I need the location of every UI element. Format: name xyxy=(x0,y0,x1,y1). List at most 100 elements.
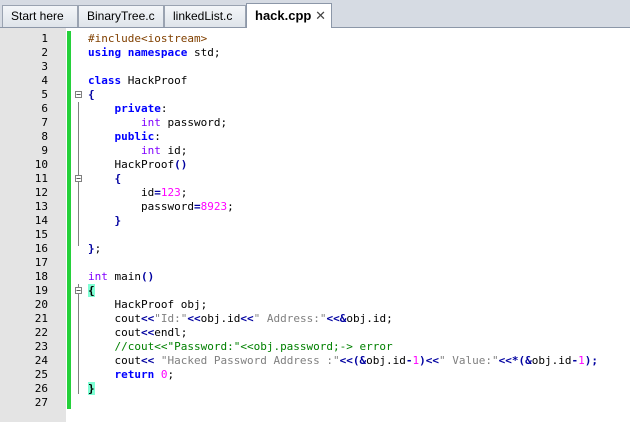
code-token: main xyxy=(107,270,141,283)
code-line[interactable]: 9 int id; xyxy=(0,144,630,158)
code-token: //cout<<"Password:"<<obj.password;-> err… xyxy=(114,340,393,353)
code-line[interactable]: 6 private: xyxy=(0,102,630,116)
fold-toggle-icon[interactable]: − xyxy=(75,91,82,99)
code-token: public xyxy=(114,130,155,143)
line-number: 19 xyxy=(34,284,48,297)
code-token: <<(& xyxy=(339,354,367,367)
code-token: <<& xyxy=(326,312,347,325)
code-line[interactable]: 7 int password; xyxy=(0,116,630,130)
code-line[interactable]: 4 class HackProof xyxy=(0,74,630,88)
code-line[interactable]: 11 − { xyxy=(0,172,630,186)
code-text: using namespace std; xyxy=(88,46,220,60)
code-line[interactable]: 15 xyxy=(0,228,630,242)
code-text: int id; xyxy=(88,144,187,158)
code-text: //cout<<"Password:"<<obj.password;-> err… xyxy=(88,340,393,354)
line-number: 17 xyxy=(34,256,48,269)
code-token: 8923 xyxy=(200,200,228,213)
line-number: 4 xyxy=(41,74,48,87)
code-line[interactable]: 20 HackProof obj; xyxy=(0,298,630,312)
line-number: 24 xyxy=(34,354,48,367)
code-token: : xyxy=(154,130,161,143)
code-text: password=8923; xyxy=(88,200,234,214)
line-number: 2 xyxy=(41,46,48,59)
line-number: 25 xyxy=(34,368,48,381)
code-line[interactable]: 26} xyxy=(0,382,630,396)
code-token: << xyxy=(140,354,155,367)
code-token: int xyxy=(140,144,161,157)
code-token: #include<iostream> xyxy=(88,32,208,45)
code-token: id xyxy=(88,186,155,199)
code-text: return 0; xyxy=(88,368,175,382)
code-token: 1 xyxy=(578,354,585,367)
code-line[interactable]: 14 } xyxy=(0,214,630,228)
code-token: int xyxy=(88,270,108,283)
close-icon[interactable]: ✕ xyxy=(315,4,326,28)
line-number: 5 xyxy=(41,88,48,101)
code-editor[interactable]: 1 #include<iostream> 2 using namespace std;… xyxy=(0,28,630,422)
code-line[interactable]: 10 HackProof() xyxy=(0,158,630,172)
code-line[interactable]: 27 xyxy=(0,396,630,410)
code-token: obj.id; xyxy=(346,312,393,325)
code-token: class xyxy=(88,74,122,87)
code-line[interactable]: 18 int main() xyxy=(0,270,630,284)
code-text: id=123; xyxy=(88,186,187,200)
code-line[interactable]: 13 password=8923; xyxy=(0,200,630,214)
code-line[interactable]: 1 #include<iostream> xyxy=(0,32,630,46)
code-text: cout<<endl; xyxy=(88,326,187,340)
line-number: 15 xyxy=(34,228,48,241)
tab-start-here[interactable]: Start here xyxy=(2,5,78,27)
code-token: 123 xyxy=(160,186,181,199)
code-token: HackProof xyxy=(88,158,175,171)
code-token: << xyxy=(240,312,254,325)
line-number: 27 xyxy=(34,396,48,409)
line-number: 7 xyxy=(41,116,48,129)
code-token: ); xyxy=(584,354,599,367)
code-token: = xyxy=(193,200,201,213)
code-token: private xyxy=(114,102,161,115)
code-token: << xyxy=(140,312,155,325)
tab-binarytree-c[interactable]: BinaryTree.c xyxy=(78,5,164,27)
code-line[interactable]: 12 id=123; xyxy=(0,186,630,200)
code-line[interactable]: 3 xyxy=(0,60,630,74)
code-text: int main() xyxy=(88,270,154,284)
tab-hack-cpp[interactable]: hack.cpp ✕ xyxy=(246,3,332,28)
line-number: 18 xyxy=(34,270,48,283)
code-line[interactable]: 2 using namespace std; xyxy=(0,46,630,60)
line-number: 9 xyxy=(41,144,48,157)
code-line[interactable]: 5 −{ xyxy=(0,88,630,102)
code-text: HackProof() xyxy=(88,158,187,172)
code-token: () xyxy=(174,158,188,171)
code-token: " Value:" xyxy=(439,354,499,367)
code-line[interactable]: 22 cout<<endl; xyxy=(0,326,630,340)
line-number: 10 xyxy=(34,158,48,171)
code-token: { xyxy=(114,172,122,185)
code-token: endl; xyxy=(154,326,188,339)
tab-linkedlist-c[interactable]: linkedList.c xyxy=(164,5,246,27)
code-line[interactable]: 21 cout<<"Id:"<<obj.id<<" Address:"<<&ob… xyxy=(0,312,630,326)
code-text: { xyxy=(88,172,122,186)
code-token: { xyxy=(88,284,95,297)
code-text: }; xyxy=(88,242,101,256)
code-line[interactable]: 19 −{ xyxy=(0,284,630,298)
code-text: } xyxy=(88,382,95,396)
line-number: 8 xyxy=(41,130,48,143)
code-line[interactable]: 24 cout<< "Hacked Password Address :"<<(… xyxy=(0,354,630,368)
code-line[interactable]: 23 //cout<<"Password:"<<obj.password;-> … xyxy=(0,340,630,354)
code-line[interactable]: 17 xyxy=(0,256,630,270)
code-token: password; xyxy=(160,116,228,129)
line-number: 13 xyxy=(34,200,48,213)
code-line[interactable]: 25 return 0; xyxy=(0,368,630,382)
code-token: } xyxy=(114,214,122,227)
code-line[interactable]: 8 public: xyxy=(0,130,630,144)
code-text: HackProof obj; xyxy=(88,298,207,312)
fold-toggle-icon[interactable]: − xyxy=(75,175,82,183)
tab-bar: Start here BinaryTree.c linkedList.c hac… xyxy=(0,0,630,28)
line-number: 1 xyxy=(41,32,48,45)
fold-toggle-icon[interactable]: − xyxy=(75,287,82,295)
code-line[interactable]: 16}; xyxy=(0,242,630,256)
